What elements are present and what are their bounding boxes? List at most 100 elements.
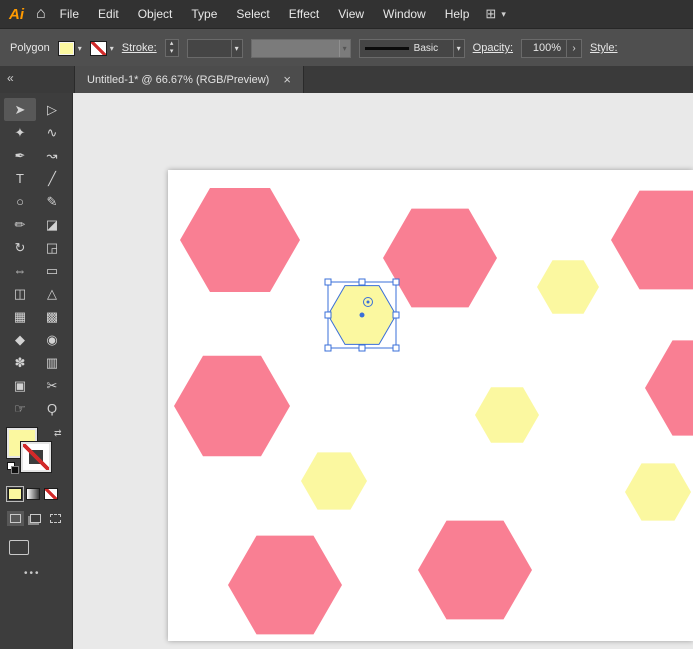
stroke-weight-dropdown[interactable]: ▾ xyxy=(187,39,243,58)
selection-tool[interactable]: ➤ xyxy=(4,98,36,121)
chevron-down-icon[interactable]: ▾ xyxy=(78,44,82,53)
default-fill-stroke-icon[interactable] xyxy=(7,462,20,475)
chevron-down-icon[interactable]: ▾ xyxy=(110,44,114,53)
hexagon-pink[interactable] xyxy=(418,521,532,620)
curvature-tool[interactable]: ↝ xyxy=(36,144,68,167)
selection-handle[interactable] xyxy=(325,312,331,318)
stroke-color-picker[interactable]: ▾ xyxy=(90,41,114,56)
selection-handle[interactable] xyxy=(393,279,399,285)
menu-object[interactable]: Object xyxy=(138,7,173,21)
eraser-tool[interactable]: ◪ xyxy=(36,213,68,236)
shape-builder-tool[interactable]: ◫ xyxy=(4,282,36,305)
hexagon-pink[interactable] xyxy=(228,536,342,635)
gradient-tool[interactable]: ▩ xyxy=(36,305,68,328)
menu-effect[interactable]: Effect xyxy=(289,7,319,21)
hexagon-pink[interactable] xyxy=(174,356,290,456)
screen-mode-button[interactable] xyxy=(9,540,29,555)
chevron-down-icon[interactable]: ▾ xyxy=(231,40,242,57)
symbol-sprayer-tool[interactable]: ✽ xyxy=(4,351,36,374)
menu-window[interactable]: Window xyxy=(383,7,426,21)
stepper-up-icon[interactable]: ▴ xyxy=(166,40,178,48)
line-segment-tool[interactable]: ╱ xyxy=(36,167,68,190)
hexagon-pink[interactable] xyxy=(180,188,300,292)
artwork-svg[interactable] xyxy=(168,170,693,641)
collapse-panel-icon[interactable]: « xyxy=(7,71,14,85)
hand-tool[interactable]: ☞ xyxy=(4,397,36,420)
opacity-label[interactable]: Opacity: xyxy=(473,42,513,54)
menu-help[interactable]: Help xyxy=(445,7,470,21)
selection-center-point[interactable] xyxy=(360,313,365,318)
workspace-switcher[interactable]: ⊞ ▾ xyxy=(485,6,505,22)
hexagon-yellow[interactable] xyxy=(537,260,599,314)
gradient-button[interactable] xyxy=(26,488,40,500)
stroke-label[interactable]: Stroke: xyxy=(122,42,157,54)
selection-handle[interactable] xyxy=(325,279,331,285)
width-profile-dropdown[interactable]: ▾ xyxy=(251,39,351,58)
fill-stroke-cluster: ⇄ xyxy=(7,428,67,476)
artboard[interactable] xyxy=(168,170,693,641)
style-label[interactable]: Style: xyxy=(590,42,618,54)
close-tab-icon[interactable]: × xyxy=(283,72,291,87)
hexagon-yellow[interactable] xyxy=(301,452,367,509)
direct-selection-tool[interactable]: ▷ xyxy=(36,98,68,121)
chevron-down-icon[interactable]: ▾ xyxy=(453,40,464,57)
perspective-grid-tool[interactable]: △ xyxy=(36,282,68,305)
selection-handle[interactable] xyxy=(393,345,399,351)
selection-handle[interactable] xyxy=(359,345,365,351)
lasso-tool[interactable]: ∿ xyxy=(36,121,68,144)
hexagon-pink[interactable] xyxy=(383,209,497,308)
canvas-area[interactable] xyxy=(74,93,693,649)
stroke-weight-stepper[interactable]: ▴ ▾ xyxy=(165,39,179,57)
none-button[interactable] xyxy=(44,488,58,500)
rotate-tool[interactable]: ↻ xyxy=(4,236,36,259)
draw-inside-button[interactable] xyxy=(47,511,64,526)
mesh-tool[interactable]: ▦ xyxy=(4,305,36,328)
magic-wand-tool[interactable]: ✦ xyxy=(4,121,36,144)
menu-file[interactable]: File xyxy=(60,7,79,21)
selection-handle[interactable] xyxy=(359,279,365,285)
menu-bar: Ai ⌂ FileEditObjectTypeSelectEffectViewW… xyxy=(0,0,693,28)
hexagon-pink[interactable] xyxy=(611,191,693,290)
ellipse-tool[interactable]: ○ xyxy=(4,190,36,213)
type-tool[interactable]: T xyxy=(4,167,36,190)
draw-behind-icon xyxy=(30,514,41,523)
blend-tool[interactable]: ◉ xyxy=(36,328,68,351)
hexagon-pink[interactable] xyxy=(645,340,693,435)
menu-view[interactable]: View xyxy=(338,7,364,21)
brush-definition-dropdown[interactable]: Basic ▾ xyxy=(359,39,465,58)
opacity-input[interactable]: 100% xyxy=(521,39,567,58)
zoom-tool[interactable]: Ϙ xyxy=(36,397,68,420)
slice-tool[interactable]: ✂ xyxy=(36,374,68,397)
color-button[interactable] xyxy=(8,488,22,500)
stepper-down-icon[interactable]: ▾ xyxy=(166,48,178,56)
pen-tool[interactable]: ✒ xyxy=(4,144,36,167)
fill-swatch[interactable] xyxy=(58,41,75,56)
draw-normal-button[interactable] xyxy=(7,511,24,526)
column-graph-tool[interactable]: ▥ xyxy=(36,351,68,374)
hexagon-yellow[interactable] xyxy=(625,463,691,520)
stroke-swatch[interactable] xyxy=(90,41,107,56)
chevron-down-icon[interactable]: ▾ xyxy=(339,40,350,57)
home-icon[interactable]: ⌂ xyxy=(34,5,60,23)
menu-edit[interactable]: Edit xyxy=(98,7,119,21)
stroke-color-swatch[interactable] xyxy=(21,442,51,472)
menu-type[interactable]: Type xyxy=(191,7,217,21)
draw-behind-button[interactable] xyxy=(27,511,44,526)
eyedropper-tool[interactable]: ◆ xyxy=(4,328,36,351)
shaper-tool[interactable]: ✏ xyxy=(4,213,36,236)
selection-handle[interactable] xyxy=(325,345,331,351)
edit-toolbar-icon[interactable]: ••• xyxy=(24,568,72,579)
swap-fill-stroke-icon[interactable]: ⇄ xyxy=(54,428,62,439)
artboard-tool[interactable]: ▣ xyxy=(4,374,36,397)
hexagon-yellow[interactable] xyxy=(475,387,539,442)
paintbrush-tool[interactable]: ✎ xyxy=(36,190,68,213)
opacity-options-button[interactable]: › xyxy=(567,39,582,58)
fill-color-picker[interactable]: ▾ xyxy=(58,41,82,56)
document-tab[interactable]: Untitled-1* @ 66.67% (RGB/Preview) × xyxy=(74,66,304,93)
width-tool[interactable]: ⇔ xyxy=(4,259,36,282)
menu-select[interactable]: Select xyxy=(236,7,269,21)
scale-tool[interactable]: ◲ xyxy=(36,236,68,259)
free-transform-tool[interactable]: ▭ xyxy=(36,259,68,282)
selection-handle[interactable] xyxy=(393,312,399,318)
tools-panel: ➤▷✦∿✒↝T╱○✎✏◪↻◲⇔▭◫△▦▩◆◉✽▥▣✂☞Ϙ ⇄ ••• xyxy=(0,93,73,649)
